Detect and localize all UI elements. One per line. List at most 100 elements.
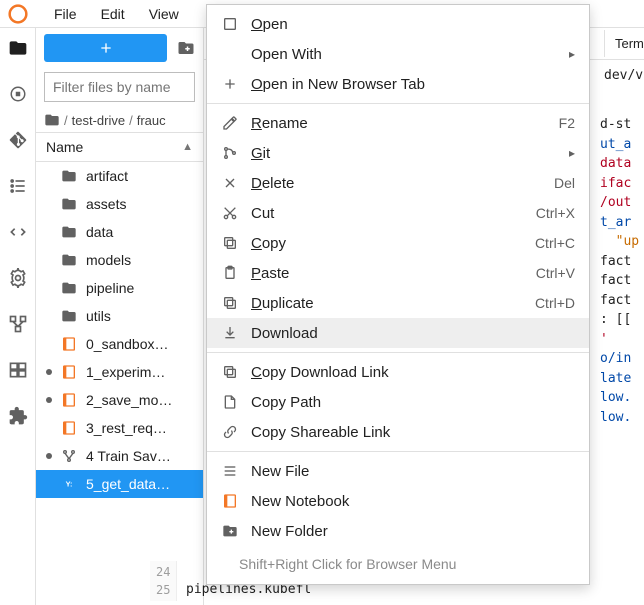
menu-item-delete[interactable]: Delete Del: [207, 168, 589, 198]
menu-item-copy-path[interactable]: Copy Path: [207, 387, 589, 417]
submenu-arrow-icon: ▸: [569, 47, 575, 61]
copy-icon: [221, 234, 239, 252]
sort-asc-icon: ▲: [182, 141, 193, 153]
menu-item-rename[interactable]: RenameF2: [207, 108, 589, 138]
menu-item-label: Open in New Browser Tab: [251, 76, 575, 93]
blank-icon: [221, 45, 239, 63]
file-type-icon: [60, 335, 78, 353]
code-snippet-icon[interactable]: [8, 222, 28, 242]
menu-item-label: Cut: [251, 205, 524, 222]
menu-item-label: Open: [251, 16, 575, 33]
menu-item-download[interactable]: Download: [207, 318, 589, 348]
file-label: 5_get_data…: [86, 476, 195, 492]
breadcrumb[interactable]: / test-drive / frauc: [36, 106, 203, 132]
menu-item-shortcut: F2: [559, 115, 575, 131]
file-label: 2_save_mo…: [86, 392, 195, 408]
menu-view[interactable]: View: [137, 2, 191, 26]
breadcrumb-seg[interactable]: frauc: [137, 113, 166, 128]
context-menu: Open Open With▸ Open in New Browser Tab Ren…: [206, 4, 590, 585]
menu-item-copy[interactable]: CopyCtrl+C: [207, 228, 589, 258]
menu-item-shortcut: Ctrl+D: [535, 295, 575, 311]
menu-item-label: New File: [251, 463, 575, 480]
jupyter-logo-icon: [8, 4, 28, 24]
file-row[interactable]: 0_sandbox…: [36, 330, 203, 358]
menu-item-duplicate[interactable]: Duplicate Ctrl+D: [207, 288, 589, 318]
menu-item-label: New Folder: [251, 523, 575, 540]
file-icon: [221, 393, 239, 411]
new-folder-icon[interactable]: [177, 39, 195, 57]
file-row[interactable]: assets: [36, 190, 203, 218]
tab-terminal[interactable]: Termi: [604, 30, 644, 57]
file-label: data: [86, 224, 195, 240]
folder-icon: [44, 112, 60, 128]
svg-text:Y:: Y:: [66, 480, 73, 489]
menu-item-label: Delete: [251, 175, 542, 192]
file-row[interactable]: 4 Train Sav…: [36, 442, 203, 470]
menu-item-open-in-new-browser-tab[interactable]: Open in New Browser Tab: [207, 69, 589, 99]
link-icon: [221, 363, 239, 381]
puzzle-icon[interactable]: [8, 406, 28, 426]
folder-icon[interactable]: [8, 38, 28, 58]
file-list-header[interactable]: Name ▲: [36, 132, 203, 162]
menu-item-new-folder[interactable]: New Folder: [207, 516, 589, 546]
running-icon[interactable]: [8, 84, 28, 104]
duplicate-icon: [221, 294, 239, 312]
menu-item-git[interactable]: Git▸: [207, 138, 589, 168]
line-gutter: 2425: [150, 561, 177, 601]
file-label: artifact: [86, 168, 195, 184]
open-icon: [221, 15, 239, 33]
file-list: artifact assets data models pipeline utils0_s…: [36, 162, 203, 605]
menu-item-new-notebook[interactable]: New Notebook: [207, 486, 589, 516]
context-menu-hint: Shift+Right Click for Browser Menu: [207, 546, 589, 580]
download-icon: [221, 324, 239, 342]
menu-item-shortcut: Ctrl+X: [536, 205, 575, 221]
file-label: pipeline: [86, 280, 195, 296]
new-launcher-button[interactable]: [44, 34, 167, 62]
commands-icon[interactable]: [8, 360, 28, 380]
menu-edit[interactable]: Edit: [89, 2, 137, 26]
breadcrumb-sep: /: [129, 113, 133, 128]
file-browser-toolbar: [36, 28, 203, 68]
file-row[interactable]: 1_experim…: [36, 358, 203, 386]
delete-icon: [221, 174, 239, 192]
file-row[interactable]: 3_rest_req…: [36, 414, 203, 442]
menu-file[interactable]: File: [42, 2, 89, 26]
file-row[interactable]: models: [36, 246, 203, 274]
menu-separator: [207, 451, 589, 452]
file-row[interactable]: utils: [36, 302, 203, 330]
menu-item-copy-shareable-link[interactable]: Copy Shareable Link: [207, 417, 589, 447]
menu-item-new-file[interactable]: New File: [207, 456, 589, 486]
file-row[interactable]: 2_save_mo…: [36, 386, 203, 414]
menu-item-open[interactable]: Open: [207, 9, 589, 39]
file-label: 4 Train Sav…: [86, 448, 195, 464]
git-icon: [221, 144, 239, 162]
git-icon[interactable]: [8, 130, 28, 150]
file-row[interactable]: pipeline: [36, 274, 203, 302]
column-name: Name: [46, 139, 83, 155]
notebook-icon: [221, 492, 239, 510]
menu-item-shortcut: Del: [554, 175, 575, 191]
menu-item-label: Duplicate: [251, 295, 523, 312]
menu-item-label: Copy Path: [251, 394, 575, 411]
toc-icon[interactable]: [8, 176, 28, 196]
menu-item-open-with[interactable]: Open With▸: [207, 39, 589, 69]
file-type-icon: [60, 307, 78, 325]
menu-item-paste[interactable]: PasteCtrl+V: [207, 258, 589, 288]
extensions-icon[interactable]: [8, 268, 28, 288]
menu-item-label: Download: [251, 325, 575, 342]
breadcrumb-sep: /: [64, 113, 68, 128]
cut-icon: [221, 204, 239, 222]
file-type-icon: Y:: [60, 475, 78, 493]
file-row[interactable]: Y: 5_get_data…: [36, 470, 203, 498]
breadcrumb-seg[interactable]: test-drive: [72, 113, 125, 128]
paste-icon: [221, 264, 239, 282]
file-type-icon: [60, 419, 78, 437]
menu-item-label: New Notebook: [251, 493, 575, 510]
file-row[interactable]: artifact: [36, 162, 203, 190]
menu-item-cut[interactable]: Cut Ctrl+X: [207, 198, 589, 228]
menu-item-copy-download-link[interactable]: Copy Download Link: [207, 357, 589, 387]
pipeline-components-icon[interactable]: [8, 314, 28, 334]
file-row[interactable]: data: [36, 218, 203, 246]
file-filter-input[interactable]: [44, 72, 195, 102]
menu-item-shortcut: Ctrl+V: [536, 265, 575, 281]
